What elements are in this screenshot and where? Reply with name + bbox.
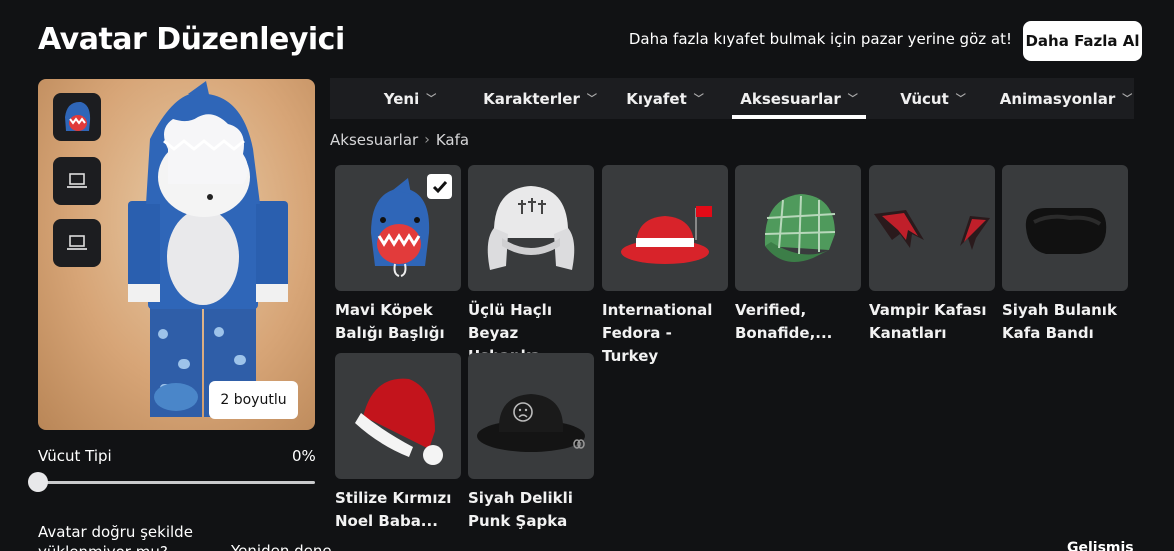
body-type-value: 0% bbox=[292, 447, 316, 465]
tab-yeni[interactable]: Yeni ﹀ bbox=[345, 78, 475, 119]
tab-label: Karakterler bbox=[483, 89, 580, 108]
laptop-icon bbox=[67, 235, 87, 250]
tab-label: Vücut bbox=[900, 89, 949, 108]
item-thumbnail bbox=[335, 165, 461, 291]
retry-link[interactable]: Yeniden dene bbox=[231, 542, 332, 551]
item-name: Mavi Köpek Balığı Başlığı bbox=[335, 301, 445, 342]
bucket-hat-icon bbox=[477, 394, 585, 452]
laptop-icon bbox=[67, 173, 87, 188]
category-tabs: Yeni ﹀ Karakterler ﹀ Kıyafet ﹀ Aksesuarlar ﹀… bbox=[330, 78, 1134, 119]
bat-wings-icon bbox=[874, 210, 990, 250]
tab-animasyonlar[interactable]: Animasyonlar ﹀ bbox=[998, 78, 1134, 119]
tab-kiyafet[interactable]: Kıyafet ﹀ bbox=[600, 78, 730, 119]
item-name: Siyah Bulanık Kafa Bandı bbox=[1002, 301, 1117, 342]
plaid-cap-icon bbox=[764, 194, 836, 262]
fedora-icon bbox=[621, 206, 712, 264]
item-name: Stilize Kırmızı Noel Baba... bbox=[335, 489, 452, 530]
item-card-fedora[interactable]: International Fedora - Turkey bbox=[602, 165, 728, 368]
2d-toggle-button[interactable]: 2 boyutlu bbox=[209, 381, 298, 419]
breadcrumb-current: Kafa bbox=[435, 131, 470, 149]
item-card-ushanka[interactable]: Üçlü Haçlı BeyazUshanka bbox=[468, 165, 594, 368]
chevron-down-icon: ﹀ bbox=[1122, 94, 1133, 105]
item-thumbnail bbox=[468, 353, 594, 479]
item-card-santa-hat[interactable]: Stilize Kırmızı Noel Baba... bbox=[335, 353, 461, 533]
advanced-link[interactable]: Gelişmiş bbox=[1067, 540, 1134, 551]
tab-karakterler[interactable]: Karakterler ﹀ bbox=[475, 78, 605, 119]
item-thumbnail bbox=[602, 165, 728, 291]
tab-label: Kıyafet bbox=[626, 89, 687, 108]
body-type-label: Vücut Tipi bbox=[38, 447, 112, 465]
page-title: Avatar Düzenleyici bbox=[38, 22, 345, 57]
breadcrumb: Aksesuarlar › Kafa bbox=[330, 131, 469, 149]
body-type-slider-handle[interactable] bbox=[28, 472, 48, 492]
breadcrumb-separator: › bbox=[424, 132, 430, 148]
item-card-bat-wings[interactable]: Vampir Kafası Kanatları bbox=[869, 165, 995, 345]
promo-text: Daha fazla kıyafet bulmak için pazar yer… bbox=[628, 30, 1012, 48]
item-thumbnail bbox=[869, 165, 995, 291]
item-card-fuzzy-headband[interactable]: Siyah Bulanık Kafa Bandı bbox=[1002, 165, 1128, 345]
chevron-down-icon: ﹀ bbox=[693, 94, 704, 105]
tab-aksesuarlar[interactable]: Aksesuarlar ﹀ bbox=[732, 78, 866, 119]
get-more-button[interactable]: Daha Fazla Al bbox=[1023, 21, 1142, 61]
body-type-slider-track[interactable] bbox=[38, 481, 315, 484]
tab-label: Yeni bbox=[383, 89, 420, 108]
item-name: International Fedora - Turkey bbox=[602, 301, 713, 365]
item-card-shark-hat[interactable]: Mavi Köpek Balığı Başlığı bbox=[335, 165, 461, 345]
tab-label: Aksesuarlar bbox=[740, 89, 841, 108]
equipped-slot-3[interactable] bbox=[53, 219, 101, 267]
chevron-down-icon: ﹀ bbox=[426, 94, 437, 105]
shark-hat-icon bbox=[65, 101, 91, 131]
equipped-slot-2[interactable] bbox=[53, 157, 101, 205]
item-card-plaid-cap[interactable]: Verified, Bonafide,... bbox=[735, 165, 861, 345]
item-thumbnail bbox=[468, 165, 594, 291]
item-card-bucket-hat[interactable]: Siyah Delikli Punk Şapka bbox=[468, 353, 594, 533]
fuzzy-headband-icon bbox=[1025, 208, 1107, 254]
santa-hat-icon bbox=[355, 378, 443, 465]
item-name: Verified, Bonafide,... bbox=[735, 301, 833, 342]
ushanka-icon bbox=[487, 186, 575, 270]
selected-check-icon bbox=[427, 174, 452, 199]
equipped-slot-1[interactable] bbox=[53, 93, 101, 141]
chevron-down-icon: ﹀ bbox=[847, 94, 858, 105]
item-thumbnail bbox=[335, 353, 461, 479]
breadcrumb-parent[interactable]: Aksesuarlar bbox=[330, 131, 418, 149]
chevron-down-icon: ﹀ bbox=[586, 94, 597, 105]
chevron-down-icon: ﹀ bbox=[955, 94, 966, 105]
tab-vucut[interactable]: Vücut ﹀ bbox=[868, 78, 998, 119]
avatar-preview: 2 boyutlu bbox=[38, 79, 315, 430]
item-name: Vampir Kafası Kanatları bbox=[869, 301, 987, 342]
item-name: Siyah Delikli Punk Şapka bbox=[468, 489, 573, 530]
tab-label: Animasyonlar bbox=[999, 89, 1116, 108]
item-thumbnail bbox=[735, 165, 861, 291]
item-thumbnail bbox=[1002, 165, 1128, 291]
